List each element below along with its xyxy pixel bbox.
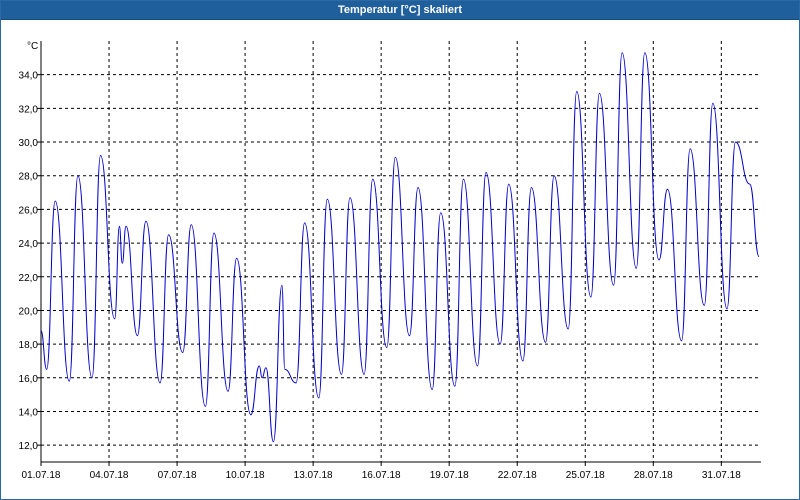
y-tick-label: 24,0 <box>19 239 39 250</box>
x-tick-label: 28.07.18 <box>634 470 673 481</box>
x-tick-label: 10.07.18 <box>226 470 265 481</box>
temperature-chart: 12,0 14,0 16,0 18,0 20,0 22,0 24,0 26,0 28,0 30,0… <box>19 41 761 481</box>
y-tick-label: 34,0 <box>19 71 39 82</box>
chart-window: Temperatur [°C] skaliert 12,0 14,0 16,0 18,… <box>0 0 800 500</box>
y-tick-label: 30,0 <box>19 138 39 149</box>
x-tick-label: 25.07.18 <box>566 470 605 481</box>
y-tick-label: 12,0 <box>19 441 39 452</box>
x-tick-label: 31.07.18 <box>702 470 741 481</box>
y-axis-unit-label: °C <box>27 41 38 52</box>
x-tick-label: 13.07.18 <box>294 470 333 481</box>
x-tick-label: 19.07.18 <box>430 470 469 481</box>
x-tick-label: 01.07.18 <box>22 470 61 481</box>
y-tick-label: 14,0 <box>19 407 39 418</box>
y-tick-label: 20,0 <box>19 306 39 317</box>
y-tick-label: 22,0 <box>19 273 39 284</box>
x-tick-label: 07.07.18 <box>158 470 197 481</box>
y-tick-label: 28,0 <box>19 172 39 183</box>
y-tick-label: 26,0 <box>19 205 39 216</box>
x-tick-label: 16.07.18 <box>362 470 401 481</box>
temperature-series-line <box>40 52 760 443</box>
y-tick-label: 32,0 <box>19 104 39 115</box>
x-tick-label: 04.07.18 <box>90 470 129 481</box>
x-tick-label: 22.07.18 <box>498 470 537 481</box>
y-tick-label: 18,0 <box>19 340 39 351</box>
window-title: Temperatur [°C] skaliert <box>1 1 799 20</box>
y-tick-label: 16,0 <box>19 374 39 385</box>
